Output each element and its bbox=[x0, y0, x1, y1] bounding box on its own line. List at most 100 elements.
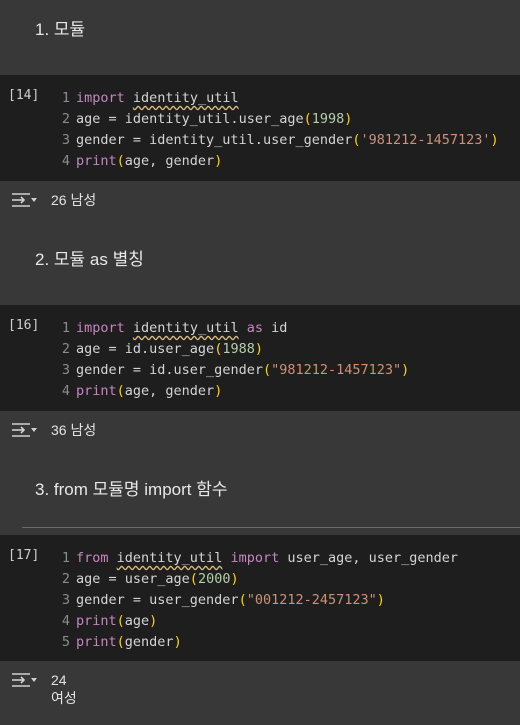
execution-count[interactable]: [14] bbox=[8, 88, 39, 103]
line-number: 4 bbox=[61, 153, 70, 169]
output-area-16: 36 남성 bbox=[0, 411, 520, 448]
line-number: 4 bbox=[61, 613, 70, 629]
output-text: 24 bbox=[51, 672, 67, 688]
code-token: ) bbox=[149, 613, 158, 629]
code-token: user_gender bbox=[173, 362, 263, 378]
code-token: gender = user_gender bbox=[76, 592, 239, 608]
code-token: ) bbox=[214, 153, 223, 169]
code-token: age bbox=[124, 613, 150, 629]
output-text: 36 남성 bbox=[51, 422, 97, 438]
code-token: user_age bbox=[149, 341, 215, 357]
code-line[interactable]: 2 age = identity_util.user_age(1998) bbox=[56, 109, 499, 130]
code-token: ) bbox=[376, 592, 385, 608]
output-area-17: 24 여성 bbox=[0, 661, 520, 725]
code-line[interactable]: 4 print(age) bbox=[56, 611, 458, 632]
output-text: 26 남성 bbox=[51, 192, 97, 208]
code-cell-16[interactable]: [16] 1 import identity_util as id 2 age = i… bbox=[0, 305, 520, 411]
code-token: user_gender bbox=[262, 132, 353, 148]
code-token: "001212-2457123" bbox=[246, 592, 377, 608]
code-token: ) bbox=[490, 132, 499, 148]
code-line[interactable]: 1 import identity_util as id bbox=[56, 318, 409, 339]
line-number: 2 bbox=[61, 111, 70, 127]
code-token: print bbox=[76, 634, 117, 650]
section-heading-1: 1. 모듈 bbox=[35, 20, 86, 39]
code-editor[interactable]: 1 import identity_util 2 age = identity_uti… bbox=[56, 88, 499, 172]
section-divider bbox=[22, 527, 520, 528]
code-token: "981212-1457123" bbox=[271, 362, 402, 378]
execution-count[interactable]: [17] bbox=[8, 548, 39, 563]
code-line[interactable]: 2 age = user_age(2000) bbox=[56, 569, 458, 590]
line-number: 4 bbox=[61, 383, 70, 399]
code-editor[interactable]: 1 from identity_util import user_age, use… bbox=[56, 548, 458, 653]
code-token: ( bbox=[116, 153, 125, 169]
line-number: 1 bbox=[61, 90, 70, 106]
line-number: 3 bbox=[61, 592, 70, 608]
code-token: ) bbox=[344, 111, 353, 127]
code-token: 1998 bbox=[311, 111, 345, 127]
code-token: print bbox=[76, 383, 117, 399]
code-line[interactable]: 4 print(age, gender) bbox=[56, 151, 499, 172]
code-line[interactable]: 4 print(age, gender) bbox=[56, 381, 409, 402]
code-line[interactable]: 1 from identity_util import user_age, use… bbox=[56, 548, 458, 569]
code-token: identity_util bbox=[132, 90, 239, 106]
code-cell-17[interactable]: [17] 1 from identity_util import user_age… bbox=[0, 535, 520, 661]
code-token: import bbox=[76, 90, 125, 106]
line-number: 2 bbox=[61, 571, 70, 587]
code-editor[interactable]: 1 import identity_util as id 2 age = id.use… bbox=[56, 318, 409, 402]
code-token: from bbox=[76, 550, 109, 566]
code-token: import bbox=[230, 550, 280, 566]
code-token: ( bbox=[262, 362, 272, 378]
code-line[interactable]: 3 gender = id.user_gender("981212-1457123… bbox=[56, 360, 409, 381]
output-toggle-icon[interactable] bbox=[10, 670, 38, 690]
line-number: 3 bbox=[61, 132, 70, 148]
code-token: identity_util bbox=[116, 550, 223, 566]
code-token: age = user_age bbox=[76, 571, 190, 587]
code-line[interactable]: 1 import identity_util bbox=[56, 88, 499, 109]
line-number: 2 bbox=[61, 341, 70, 357]
code-token: ) bbox=[401, 362, 410, 378]
section-heading-3: 3. from 모듈명 import 함수 bbox=[35, 480, 228, 499]
code-token: print bbox=[76, 613, 117, 629]
code-token: age, gender bbox=[124, 383, 215, 399]
code-token: ( bbox=[238, 592, 247, 608]
code-token: gender bbox=[124, 634, 174, 650]
code-token: age = identity_util. bbox=[76, 111, 239, 127]
line-number: 1 bbox=[61, 550, 70, 566]
code-token: gender = id. bbox=[76, 362, 174, 378]
code-token: 2000 bbox=[197, 571, 231, 587]
code-token: '981212-1457123' bbox=[360, 132, 491, 148]
code-token: age = id. bbox=[76, 341, 150, 357]
code-token: user_age bbox=[238, 111, 304, 127]
code-token: ( bbox=[303, 111, 312, 127]
output-toggle-icon[interactable] bbox=[10, 420, 38, 440]
output-area-14: 26 남성 bbox=[0, 181, 520, 218]
code-line[interactable]: 3 gender = user_gender("001212-2457123") bbox=[56, 590, 458, 611]
code-line[interactable]: 3 gender = identity_util.user_gender('981… bbox=[56, 130, 499, 151]
code-token: ) bbox=[254, 341, 263, 357]
code-token: ( bbox=[116, 613, 125, 629]
code-token: 1988 bbox=[222, 341, 255, 357]
code-token: ) bbox=[173, 634, 182, 650]
line-number: 5 bbox=[61, 634, 70, 650]
code-token: print bbox=[76, 153, 117, 169]
output-toggle-icon[interactable] bbox=[10, 190, 38, 210]
code-token: age, gender bbox=[124, 153, 215, 169]
code-token: identity_util bbox=[132, 320, 239, 336]
code-token: ( bbox=[116, 383, 125, 399]
line-number: 1 bbox=[61, 320, 70, 336]
section-heading-2: 2. 모듈 as 별칭 bbox=[35, 250, 144, 269]
execution-count[interactable]: [16] bbox=[8, 318, 39, 333]
code-cell-14[interactable]: [14] 1 import identity_util 2 age = identit… bbox=[0, 75, 520, 181]
code-token: gender = identity_util. bbox=[76, 132, 263, 148]
code-line[interactable]: 2 age = id.user_age(1988) bbox=[56, 339, 409, 360]
code-token: ) bbox=[230, 571, 239, 587]
output-text: 여성 bbox=[51, 690, 77, 706]
line-number: 3 bbox=[61, 362, 70, 378]
code-token: user_age, user_gender bbox=[279, 550, 459, 566]
code-line[interactable]: 5 print(gender) bbox=[56, 632, 458, 653]
code-token: id bbox=[263, 320, 288, 336]
